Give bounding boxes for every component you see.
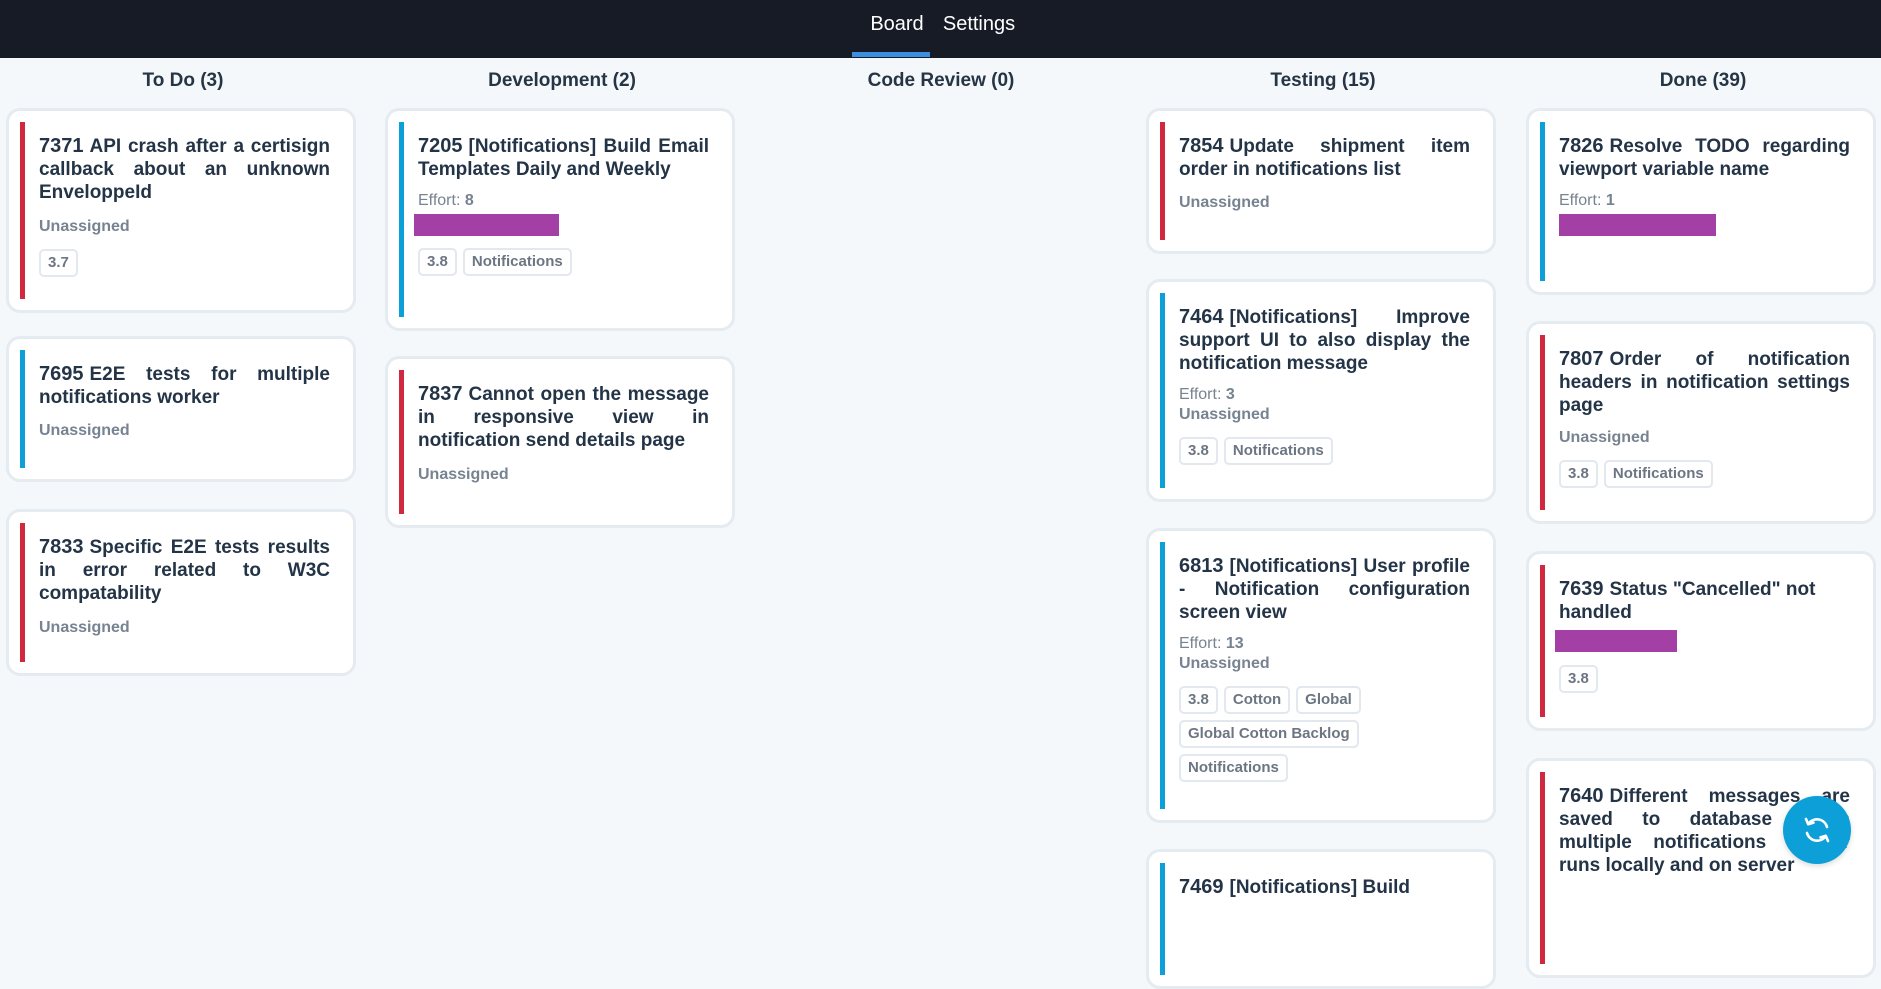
- tag-label: Global: [1296, 686, 1361, 714]
- tag-version: 3.8: [1179, 437, 1218, 465]
- assignee: Unassigned: [418, 466, 509, 483]
- task-card[interactable]: 7695 E2E tests for multiple notifications…: [6, 336, 356, 482]
- refresh-button[interactable]: [1783, 796, 1851, 864]
- card-title: 6813 [Notifications] User profile - Notif…: [1179, 555, 1470, 624]
- active-tab-indicator: [852, 52, 930, 57]
- card-number: 7371: [39, 135, 84, 157]
- priority-stripe: [1160, 122, 1165, 240]
- effort-value: 13: [1225, 635, 1244, 652]
- card-number: 7205: [418, 135, 463, 157]
- card-title: 7833 Specific E2E tests results in error …: [39, 536, 330, 605]
- tag-label: Cotton: [1223, 686, 1291, 714]
- effort-bar: [414, 214, 559, 236]
- priority-stripe: [1540, 772, 1545, 964]
- card-number: 7640: [1559, 785, 1604, 807]
- card-number: 7695: [39, 363, 84, 385]
- effort: Effort: 13: [1179, 634, 1470, 654]
- task-card[interactable]: 7469 [Notifications] Build: [1146, 849, 1496, 989]
- priority-stripe: [1540, 565, 1545, 717]
- assignee: Unassigned: [39, 422, 130, 439]
- task-card[interactable]: 7205 [Notifications] Build Email Template…: [385, 108, 735, 331]
- column-header: Done (39): [1659, 70, 1747, 91]
- card-title: 7807 Order of notification headers in not…: [1559, 348, 1850, 417]
- refresh-icon: [1804, 817, 1830, 843]
- tag-label: Notifications: [1223, 437, 1333, 465]
- tag-label: Notifications: [1179, 754, 1288, 782]
- effort-value: 1: [1605, 192, 1615, 209]
- card-number: 7854: [1179, 135, 1224, 157]
- card-number: 7807: [1559, 348, 1604, 370]
- priority-stripe: [20, 350, 25, 468]
- card-number: 7469: [1179, 876, 1224, 898]
- priority-stripe: [20, 122, 25, 299]
- card-title: 7837 Cannot open the message in responsiv…: [418, 383, 709, 452]
- card-title: 7205 [Notifications] Build Email Template…: [418, 135, 709, 181]
- effort-value: 8: [464, 192, 474, 209]
- effort-label: Effort:: [1179, 386, 1222, 403]
- effort: Effort: 8: [418, 191, 709, 211]
- card-title: 7464 [Notifications] Improve support UI t…: [1179, 306, 1470, 375]
- priority-stripe: [1160, 542, 1165, 809]
- task-card[interactable]: 7464 [Notifications] Improve support UI t…: [1146, 279, 1496, 502]
- tag-label: Notifications: [1603, 460, 1713, 488]
- tag-version: 3.7: [39, 249, 78, 277]
- assignee: Unassigned: [1179, 194, 1270, 211]
- task-card[interactable]: 7371 API crash after a certisign callback…: [6, 108, 356, 313]
- card-number: 7837: [418, 383, 463, 405]
- task-card[interactable]: 6813 [Notifications] User profile - Notif…: [1146, 528, 1496, 823]
- card-number: 7833: [39, 536, 84, 558]
- task-card[interactable]: 7640 Different messages are saved to data…: [1526, 758, 1876, 978]
- card-title: 7639 Status "Cancelled" not handled: [1559, 578, 1850, 624]
- column-header: Testing (15): [1270, 70, 1376, 91]
- card-title: 7371 API crash after a certisign callback…: [39, 135, 330, 204]
- assignee: Unassigned: [1559, 429, 1650, 446]
- priority-stripe: [1540, 122, 1545, 281]
- effort-bar: [1559, 214, 1716, 236]
- card-title: 7469 [Notifications] Build: [1179, 876, 1470, 899]
- card-title: 7695 E2E tests for multiple notifications…: [39, 363, 330, 409]
- priority-stripe: [399, 122, 404, 317]
- assignee: Unassigned: [1179, 655, 1270, 672]
- tag-version: 3.8: [418, 248, 457, 276]
- assignee: Unassigned: [39, 619, 130, 636]
- priority-stripe: [1160, 863, 1165, 975]
- priority-stripe: [399, 370, 404, 514]
- effort-label: Effort:: [1559, 192, 1602, 209]
- task-card[interactable]: 7639 Status "Cancelled" not handled 3.8: [1526, 551, 1876, 731]
- card-number: 7464: [1179, 306, 1224, 328]
- priority-stripe: [20, 523, 25, 662]
- assignee: Unassigned: [39, 218, 130, 235]
- task-card[interactable]: 7837 Cannot open the message in responsiv…: [385, 356, 735, 528]
- assignee: Unassigned: [1179, 406, 1270, 423]
- tag-version: 3.8: [1179, 686, 1218, 714]
- effort-label: Effort:: [418, 192, 461, 209]
- effort-bar: [1555, 630, 1677, 652]
- task-card[interactable]: 7807 Order of notification headers in not…: [1526, 321, 1876, 524]
- tag-version: 3.8: [1559, 665, 1598, 693]
- priority-stripe: [1540, 335, 1545, 510]
- tab-settings[interactable]: Settings: [942, 0, 1016, 58]
- card-number: 7826: [1559, 135, 1604, 157]
- card-number: 6813: [1179, 555, 1224, 577]
- tab-board[interactable]: Board: [852, 0, 942, 58]
- tag-version: 3.8: [1559, 460, 1598, 488]
- effort-value: 3: [1225, 386, 1235, 403]
- effort: Effort: 1: [1559, 191, 1850, 211]
- task-card[interactable]: 7854 Update shipment item order in notifi…: [1146, 108, 1496, 254]
- card-title: 7854 Update shipment item order in notifi…: [1179, 135, 1470, 181]
- priority-stripe: [1160, 293, 1165, 488]
- card-number: 7639: [1559, 578, 1604, 600]
- top-nav-bar: Board Settings: [0, 0, 1881, 58]
- column-header: Development (2): [488, 70, 636, 91]
- tag-label: Notifications: [462, 248, 572, 276]
- card-title-text: [Notifications] Build: [1229, 877, 1410, 898]
- task-card[interactable]: 7833 Specific E2E tests results in error …: [6, 509, 356, 676]
- effort-label: Effort:: [1179, 635, 1222, 652]
- column-header: To Do (3): [142, 70, 224, 91]
- task-card[interactable]: 7826 Resolve TODO regarding viewport vari…: [1526, 108, 1876, 295]
- effort: Effort: 3: [1179, 385, 1470, 405]
- card-title: 7826 Resolve TODO regarding viewport vari…: [1559, 135, 1850, 181]
- column-header: Code Review (0): [867, 70, 1015, 91]
- tag-label: Global Cotton Backlog: [1179, 720, 1359, 748]
